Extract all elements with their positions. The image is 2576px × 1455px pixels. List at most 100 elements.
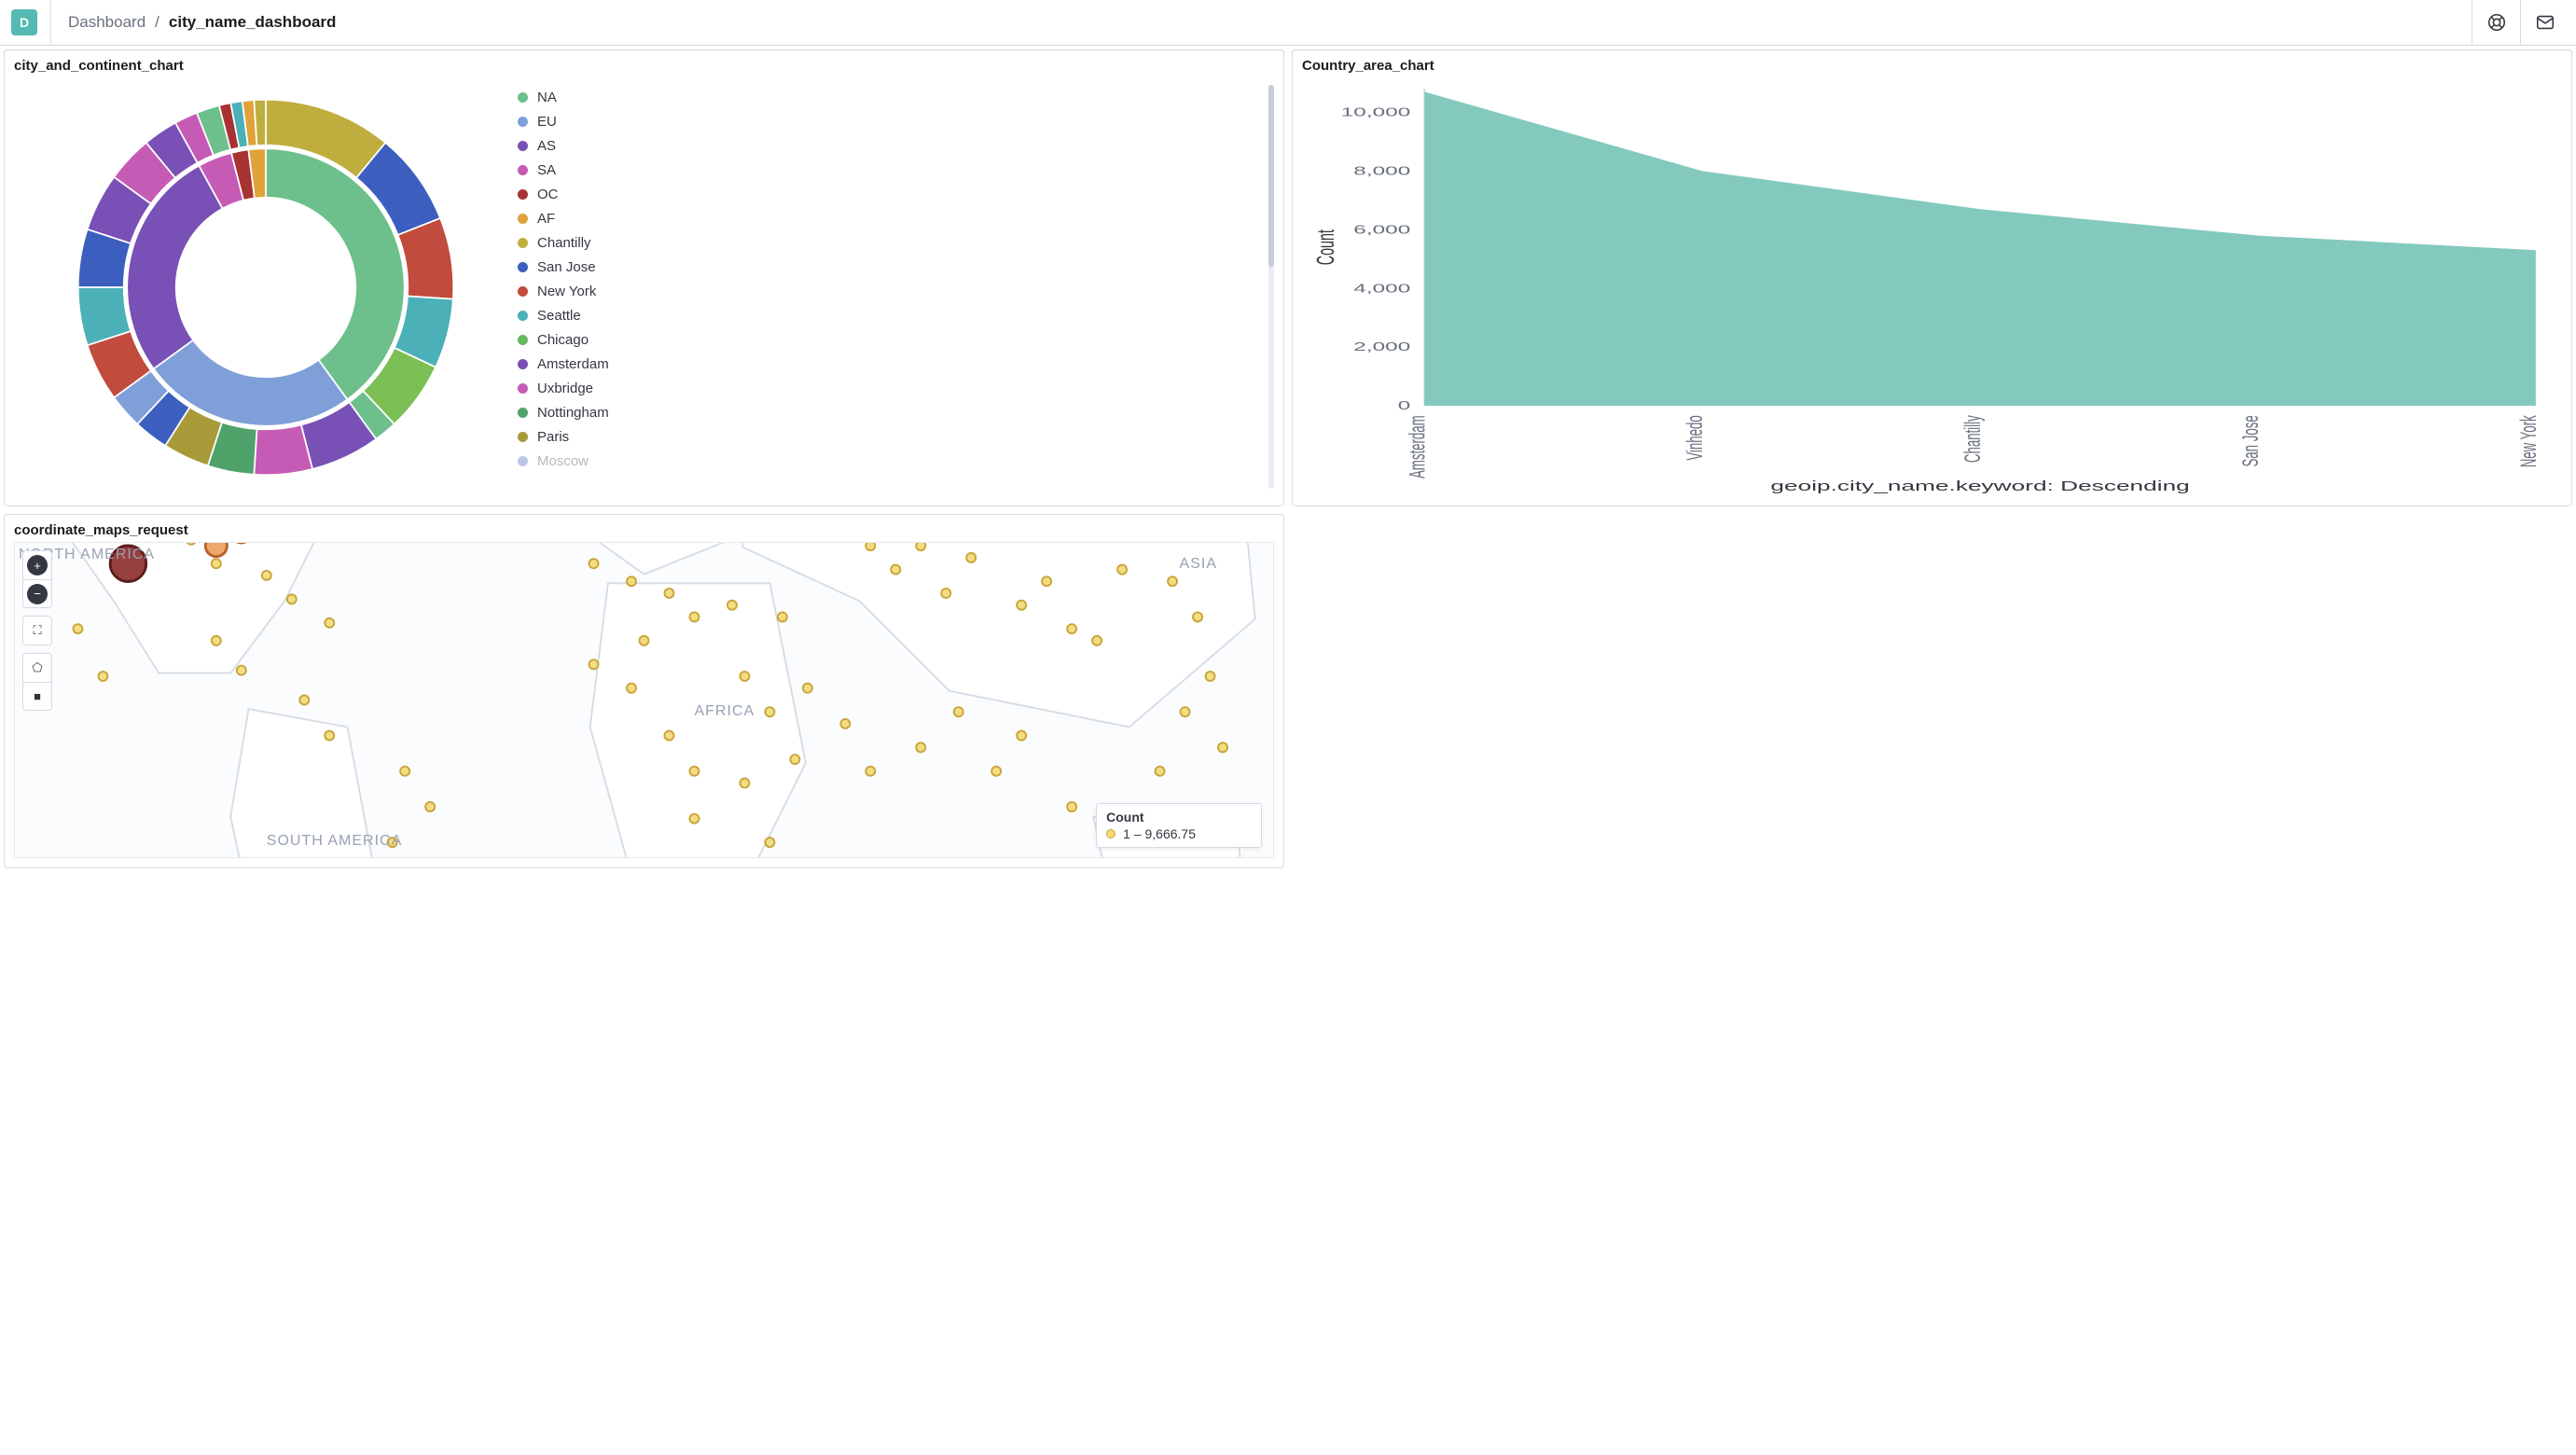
panel-title: coordinate_maps_request: [14, 522, 1274, 538]
dashboard-grid: city_and_continent_chart NA EU AS SA OC AF Cha…: [0, 46, 2576, 872]
donut-svg: [70, 91, 462, 483]
legend-item[interactable]: AF: [518, 206, 1274, 230]
map-controls: + − ⛶ ⬠ ■: [22, 550, 52, 716]
legend-swatch-icon: [518, 286, 528, 297]
svg-text:Count: Count: [1312, 229, 1339, 265]
legend-item[interactable]: Paris: [518, 424, 1274, 449]
panel-body: 0 2,000 4,000 6,000 8,000 10,000 Count Amsterda…: [1302, 77, 2562, 496]
legend-item[interactable]: Chicago: [518, 327, 1274, 352]
legend-item[interactable]: OC: [518, 182, 1274, 206]
panel-body: NA EU AS SA OC AF Chantilly San Jose New York Sea…: [14, 77, 1274, 496]
legend-item[interactable]: Chantilly: [518, 230, 1274, 255]
breadcrumb-separator: /: [155, 13, 159, 32]
chart-legend[interactable]: NA EU AS SA OC AF Chantilly San Jose New York Sea…: [518, 77, 1274, 496]
legend-swatch-icon: [518, 238, 528, 248]
legend-item[interactable]: Amsterdam: [518, 352, 1274, 376]
legend-label: Seattle: [537, 308, 581, 324]
breadcrumb-root[interactable]: Dashboard: [68, 13, 145, 32]
svg-text:Amsterdam: Amsterdam: [1405, 415, 1430, 478]
legend-label: NA: [537, 90, 557, 105]
legend-label: Chantilly: [537, 235, 591, 251]
svg-text:8,000: 8,000: [1353, 164, 1410, 178]
legend-swatch-icon: [518, 214, 528, 224]
legend-item[interactable]: SA: [518, 158, 1274, 182]
world-map[interactable]: [15, 543, 1273, 857]
map-legend-dot-icon: [1106, 829, 1115, 838]
legend-item[interactable]: EU: [518, 109, 1274, 133]
svg-text:2,000: 2,000: [1353, 340, 1410, 354]
legend-label: Moscow: [537, 453, 589, 469]
legend-label: Uxbridge: [537, 381, 593, 396]
lifebuoy-icon: [2486, 12, 2507, 33]
svg-text:4,000: 4,000: [1353, 282, 1410, 296]
legend-swatch-icon: [518, 335, 528, 345]
app-header: D Dashboard / city_name_dashboard: [0, 0, 2576, 46]
panel-country-area: Country_area_chart 0 2,000 4,000 6,000 8,000…: [1292, 49, 2572, 506]
map-legend-range: 1 – 9,666.75: [1123, 826, 1196, 841]
map-legend: Count 1 – 9,666.75: [1096, 803, 1262, 848]
fit-control: ⛶: [22, 616, 52, 645]
draw-polygon-button[interactable]: ⬠: [23, 654, 51, 682]
legend-swatch-icon: [518, 359, 528, 369]
legend-label: New York: [537, 284, 596, 299]
panel-title: Country_area_chart: [1302, 58, 2562, 74]
svg-text:Vinhedo: Vinhedo: [1683, 415, 1708, 460]
svg-text:10,000: 10,000: [1341, 105, 1411, 119]
legend-swatch-icon: [518, 92, 528, 103]
legend-item[interactable]: AS: [518, 133, 1274, 158]
legend-label: EU: [537, 114, 557, 130]
legend-swatch-icon: [518, 117, 528, 127]
svg-text:geoip.city_name.keyword: Desce: geoip.city_name.keyword: Descending: [1770, 479, 2189, 494]
legend-item[interactable]: San Jose: [518, 255, 1274, 279]
zoom-controls: + −: [22, 550, 52, 608]
zoom-out-button[interactable]: −: [23, 579, 51, 607]
breadcrumb: Dashboard / city_name_dashboard: [68, 13, 336, 32]
legend-swatch-icon: [518, 262, 528, 272]
legend-label: AS: [537, 138, 556, 154]
panel-title: city_and_continent_chart: [14, 58, 1274, 74]
map-legend-title: Count: [1106, 810, 1196, 824]
draw-controls: ⬠ ■: [22, 653, 52, 711]
area-chart[interactable]: 0 2,000 4,000 6,000 8,000 10,000 Count Amsterda…: [1302, 77, 2562, 496]
legend-swatch-icon: [518, 408, 528, 418]
legend-label: Chicago: [537, 332, 589, 348]
legend-swatch-icon: [518, 189, 528, 200]
legend-swatch-icon: [518, 311, 528, 321]
legend-item[interactable]: Nottingham: [518, 400, 1274, 424]
draw-rect-button[interactable]: ■: [23, 682, 51, 710]
legend-item[interactable]: Uxbridge: [518, 376, 1274, 400]
legend-label: OC: [537, 187, 559, 202]
breadcrumb-current: city_name_dashboard: [169, 13, 337, 32]
legend-swatch-icon: [518, 165, 528, 175]
feedback-button[interactable]: [2520, 0, 2569, 45]
legend-swatch-icon: [518, 456, 528, 466]
panel-body[interactable]: NORTH AMERICA ASIA AFRICA SOUTH AMERICA …: [14, 542, 1274, 858]
legend-swatch-icon: [518, 141, 528, 151]
legend-label: Paris: [537, 429, 569, 445]
svg-text:New York: New York: [2516, 415, 2541, 467]
legend-label: Nottingham: [537, 405, 609, 421]
legend-label: San Jose: [537, 259, 596, 275]
legend-swatch-icon: [518, 383, 528, 394]
legend-scrollbar[interactable]: [1268, 85, 1274, 489]
legend-item[interactable]: New York: [518, 279, 1274, 303]
app-logo[interactable]: D: [11, 9, 37, 35]
legend-label: SA: [537, 162, 556, 178]
panel-coordinate-map: coordinate_maps_request NORTH AMERICA AS…: [4, 514, 1284, 868]
donut-chart[interactable]: [14, 77, 518, 496]
legend-swatch-icon: [518, 432, 528, 442]
legend-label: AF: [537, 211, 555, 227]
help-button[interactable]: [2472, 0, 2520, 45]
legend-item[interactable]: Moscow: [518, 449, 1274, 473]
header-actions: [2472, 0, 2569, 45]
svg-text:6,000: 6,000: [1353, 223, 1410, 237]
svg-text:0: 0: [1398, 399, 1411, 413]
svg-text:San Jose: San Jose: [2238, 415, 2264, 466]
legend-item[interactable]: NA: [518, 85, 1274, 109]
fit-bounds-button[interactable]: ⛶: [23, 617, 51, 644]
legend-item[interactable]: Seattle: [518, 303, 1274, 327]
legend-label: Amsterdam: [537, 356, 609, 372]
svg-text:Chantilly: Chantilly: [1960, 415, 1986, 463]
header-divider: [50, 0, 51, 45]
zoom-in-button[interactable]: +: [23, 551, 51, 579]
